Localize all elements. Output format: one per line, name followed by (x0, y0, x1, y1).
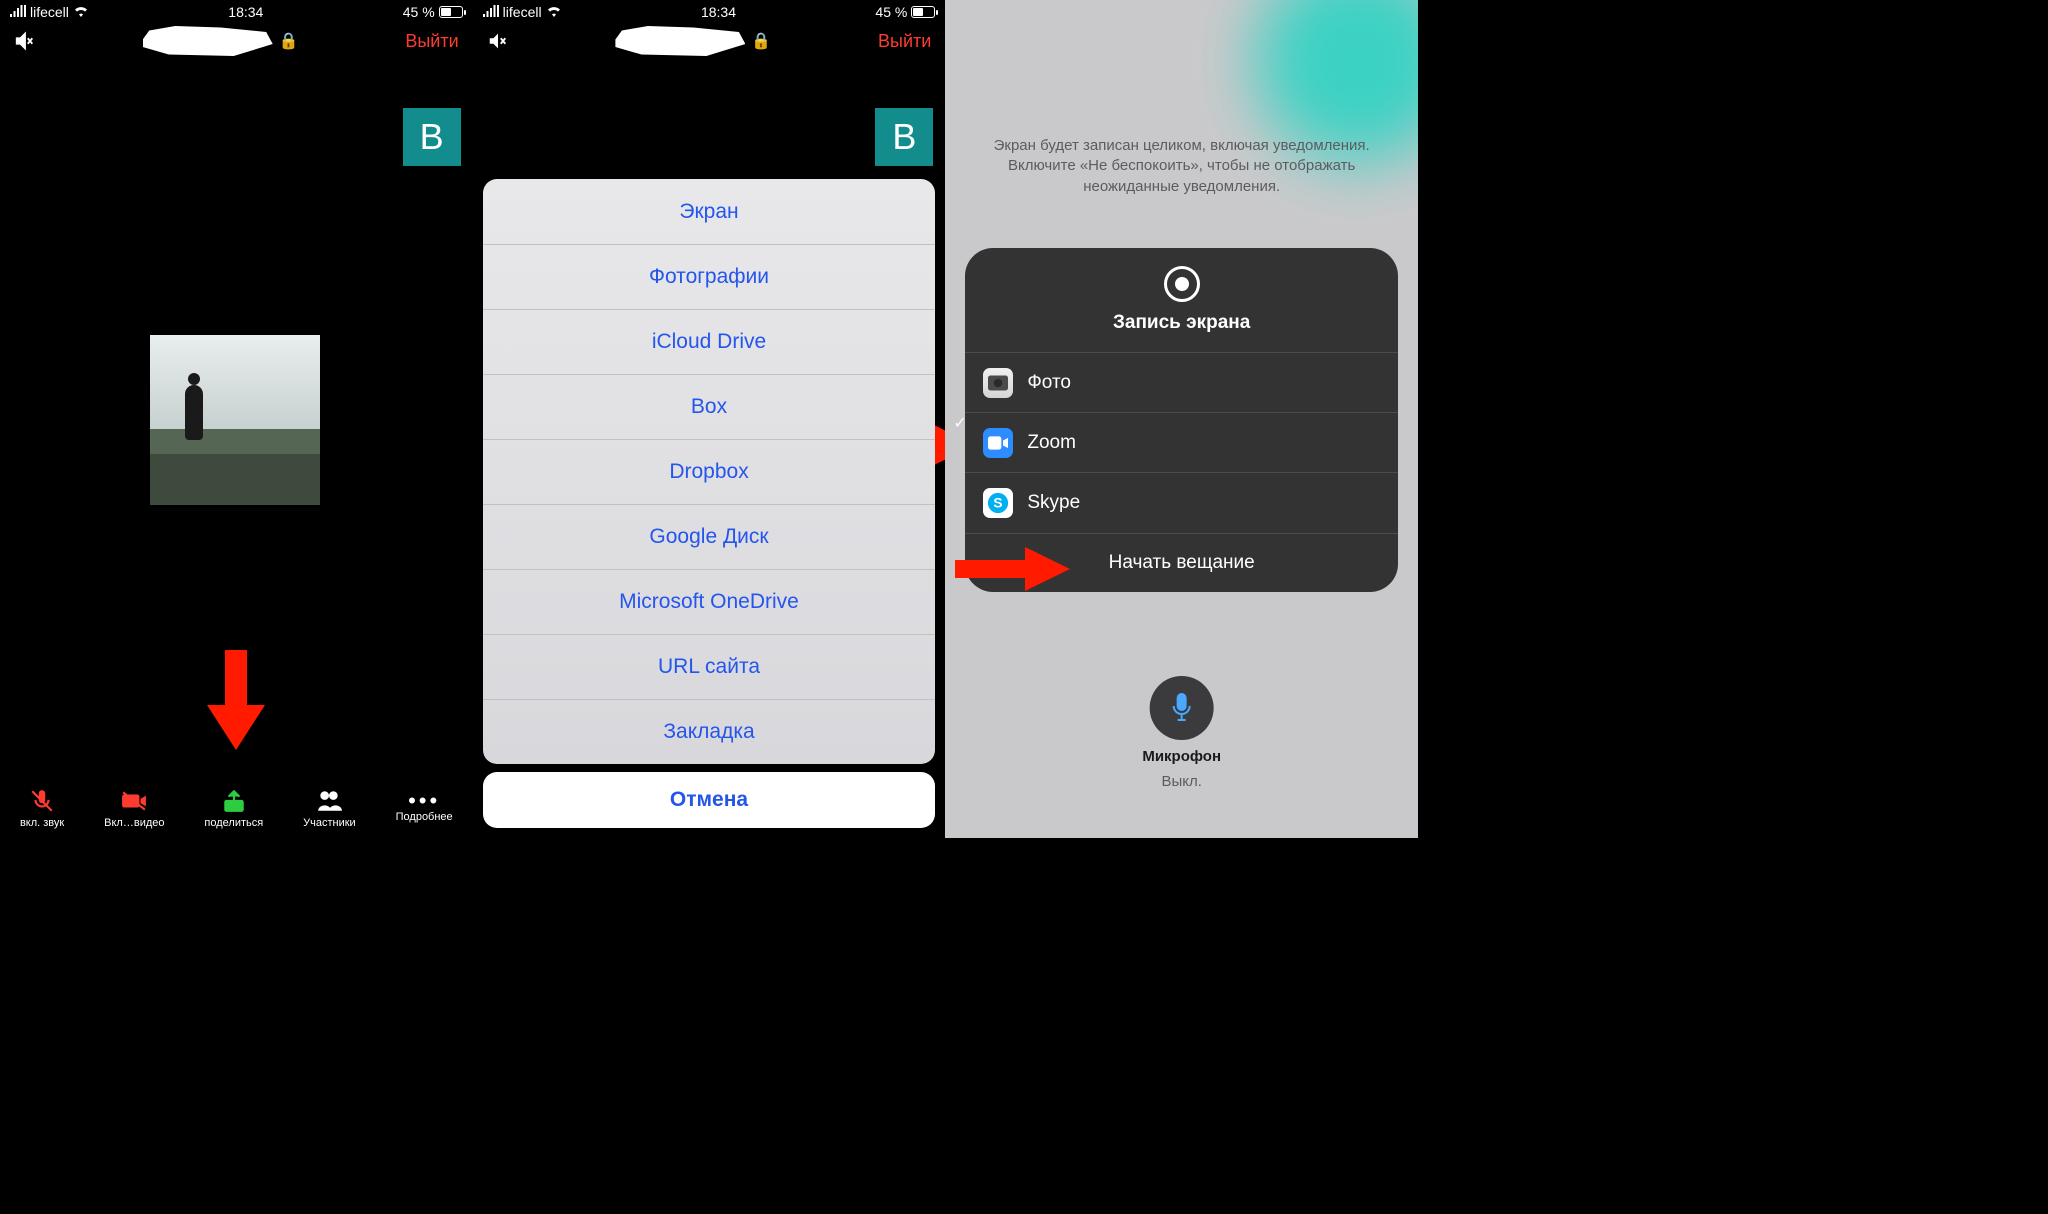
screen-broadcast-picker: Экран будет записан целиком, включая уве… (945, 0, 1418, 838)
sheet-item-box[interactable]: Box (483, 374, 936, 439)
carrier-label: lifecell (503, 4, 542, 20)
meeting-topbar: 🔒 Выйти (0, 20, 473, 62)
clock: 18:34 (701, 4, 736, 20)
share-actionsheet: Экран Фотографии iCloud Drive Box Dropbo… (483, 179, 936, 828)
sheet-item-bookmark[interactable]: Закладка (483, 699, 936, 764)
meeting-toolbar: вкл. звук Вкл…видео поделиться Участники… (0, 778, 473, 838)
svg-text:S: S (994, 496, 1003, 511)
skype-app-icon: S (983, 488, 1013, 518)
broadcast-app-photo[interactable]: Фото (965, 353, 1398, 413)
meeting-title-redacted (615, 26, 745, 56)
check-icon: ✓ (953, 413, 966, 433)
clock: 18:34 (228, 4, 263, 20)
sheet-item-screen[interactable]: Экран (483, 179, 936, 244)
annotation-arrow-right-start (955, 547, 1070, 591)
toggle-video-button[interactable]: Вкл…видео (104, 788, 164, 829)
signal-icon (483, 4, 499, 20)
photos-app-icon (983, 368, 1013, 398)
actionsheet-cancel-button[interactable]: Отмена (483, 772, 936, 828)
leave-button[interactable]: Выйти (878, 31, 931, 52)
battery-text: 45 % (403, 4, 435, 20)
broadcast-app-zoom[interactable]: Zoom (965, 413, 1398, 473)
speaker-muted-icon[interactable] (487, 30, 509, 52)
lock-icon: 🔒 (751, 31, 771, 51)
battery-text: 45 % (875, 4, 907, 20)
sheet-item-icloud[interactable]: iCloud Drive (483, 309, 936, 374)
speaker-muted-icon[interactable] (14, 30, 36, 52)
microphone-state: Выкл. (1161, 773, 1201, 790)
more-icon: ••• (408, 794, 440, 808)
share-button[interactable]: поделиться (204, 788, 263, 829)
microphone-section: Микрофон Выкл. (1142, 676, 1221, 790)
participant-tile[interactable]: B (403, 108, 461, 166)
participant-tile[interactable]: B (875, 108, 933, 166)
broadcast-notice: Экран будет записан целиком, включая уве… (975, 136, 1388, 197)
screen-zoom-meeting: lifecell 18:34 45 % 🔒 Выйти B (0, 0, 473, 838)
broadcast-title: Запись экрана (1113, 312, 1250, 334)
screen-share-actionsheet: lifecell 18:34 45 % 🔒 Выйти B Экран Фото… (473, 0, 946, 838)
status-bar: lifecell 18:34 45 % (473, 0, 946, 20)
sheet-item-photos[interactable]: Фотографии (483, 244, 936, 309)
zoom-app-icon (983, 428, 1013, 458)
broadcast-app-list: Фото ✓ Zoom S Skype (965, 352, 1398, 533)
broadcast-panel: Запись экрана Фото ✓ Zoom S Skype (965, 248, 1398, 592)
self-video-thumbnail[interactable] (150, 335, 320, 505)
sheet-item-onedrive[interactable]: Microsoft OneDrive (483, 569, 936, 634)
microphone-label: Микрофон (1142, 748, 1221, 765)
toggle-audio-button[interactable]: вкл. звук (20, 788, 64, 829)
annotation-arrow-down (207, 650, 265, 750)
record-icon (1164, 266, 1200, 302)
lock-icon: 🔒 (279, 31, 299, 51)
meeting-title-redacted (143, 26, 273, 56)
sheet-item-dropbox[interactable]: Dropbox (483, 439, 936, 504)
sheet-item-google-drive[interactable]: Google Диск (483, 504, 936, 569)
wifi-icon (73, 4, 89, 20)
signal-icon (10, 4, 26, 20)
leave-button[interactable]: Выйти (405, 31, 458, 52)
carrier-label: lifecell (30, 4, 69, 20)
actionsheet-group: Экран Фотографии iCloud Drive Box Dropbo… (483, 179, 936, 764)
status-bar: lifecell 18:34 45 % (0, 0, 473, 20)
meeting-topbar: 🔒 Выйти (473, 20, 946, 62)
more-button[interactable]: ••• Подробнее (396, 794, 453, 823)
wifi-icon (546, 4, 562, 20)
broadcast-app-skype[interactable]: S Skype (965, 473, 1398, 533)
participants-button[interactable]: Участники (303, 788, 356, 829)
sheet-item-url[interactable]: URL сайта (483, 634, 936, 699)
battery-icon (911, 6, 935, 18)
microphone-toggle-button[interactable] (1150, 676, 1214, 740)
battery-icon (439, 6, 463, 18)
